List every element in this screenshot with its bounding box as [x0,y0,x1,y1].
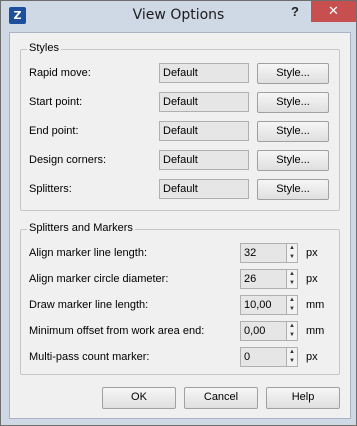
draw-marker-line-length-unit: mm [306,299,325,311]
end-point-style-button[interactable]: Style... [257,121,329,142]
spin-down-icon[interactable]: ▼ [287,305,297,314]
align-marker-circle-diameter-spinner[interactable]: 26 ▲ ▼ [240,269,298,289]
align-marker-line-length-spinner[interactable]: 32 ▲ ▼ [240,243,298,263]
multi-pass-count-marker-input[interactable]: 0 [240,347,287,367]
align-marker-circle-diameter-unit: px [306,273,318,285]
rapid-move-style-button[interactable]: Style... [257,63,329,84]
splitters-markers-group-label: Splitters and Markers [27,222,135,234]
styles-group: Styles Rapid move: Default Style... Star… [20,42,340,211]
splitters-style-button[interactable]: Style... [257,179,329,200]
minimum-offset-label: Minimum offset from work area end: [29,325,205,337]
align-marker-circle-diameter-input[interactable]: 26 [240,269,287,289]
spin-up-icon[interactable]: ▲ [287,244,297,253]
design-corners-style-button[interactable]: Style... [257,150,329,171]
end-point-label: End point: [29,125,79,137]
align-marker-circle-diameter-label: Align marker circle diameter: [29,273,169,285]
align-marker-line-length-label: Align marker line length: [29,247,148,259]
start-point-label: Start point: [29,96,83,108]
rapid-move-style-field: Default [159,63,249,83]
minimum-offset-unit: mm [306,325,325,337]
spin-buttons[interactable]: ▲ ▼ [287,243,298,263]
cancel-button[interactable]: Cancel [184,387,258,409]
close-button[interactable]: ✕ [311,1,356,22]
rapid-move-label: Rapid move: [29,67,91,79]
start-point-style-field: Default [159,92,249,112]
dialog-body: Styles Rapid move: Default Style... Star… [9,32,351,419]
design-corners-label: Design corners: [29,154,107,166]
multi-pass-count-marker-label: Multi-pass count marker: [29,351,150,363]
minimum-offset-input[interactable]: 0,00 [240,321,287,341]
design-corners-style-field: Default [159,150,249,170]
splitters-markers-group: Splitters and Markers Align marker line … [20,222,340,375]
splitters-label: Splitters: [29,183,72,195]
spin-buttons[interactable]: ▲ ▼ [287,347,298,367]
ok-button[interactable]: OK [102,387,176,409]
start-point-style-button[interactable]: Style... [257,92,329,113]
spin-up-icon[interactable]: ▲ [287,348,297,357]
splitters-style-field: Default [159,179,249,199]
align-marker-line-length-unit: px [306,247,318,259]
multi-pass-count-marker-unit: px [306,351,318,363]
styles-group-label: Styles [27,42,61,54]
spin-down-icon[interactable]: ▼ [287,253,297,262]
spin-down-icon[interactable]: ▼ [287,357,297,366]
draw-marker-line-length-spinner[interactable]: 10,00 ▲ ▼ [240,295,298,315]
spin-down-icon[interactable]: ▼ [287,331,297,340]
spin-down-icon[interactable]: ▼ [287,279,297,288]
align-marker-line-length-input[interactable]: 32 [240,243,287,263]
spin-buttons[interactable]: ▲ ▼ [287,295,298,315]
draw-marker-line-length-input[interactable]: 10,00 [240,295,287,315]
minimum-offset-spinner[interactable]: 0,00 ▲ ▼ [240,321,298,341]
title-bar: Z View Options ? ✕ [1,1,356,32]
end-point-style-field: Default [159,121,249,141]
draw-marker-line-length-label: Draw marker line length: [29,299,149,311]
spin-buttons[interactable]: ▲ ▼ [287,269,298,289]
spin-up-icon[interactable]: ▲ [287,270,297,279]
spin-buttons[interactable]: ▲ ▼ [287,321,298,341]
view-options-dialog: Z View Options ? ✕ Styles Rapid move: De… [0,0,357,426]
title-help-button[interactable]: ? [281,2,309,22]
spin-up-icon[interactable]: ▲ [287,322,297,331]
help-button[interactable]: Help [266,387,340,409]
spin-up-icon[interactable]: ▲ [287,296,297,305]
multi-pass-count-marker-spinner[interactable]: 0 ▲ ▼ [240,347,298,367]
